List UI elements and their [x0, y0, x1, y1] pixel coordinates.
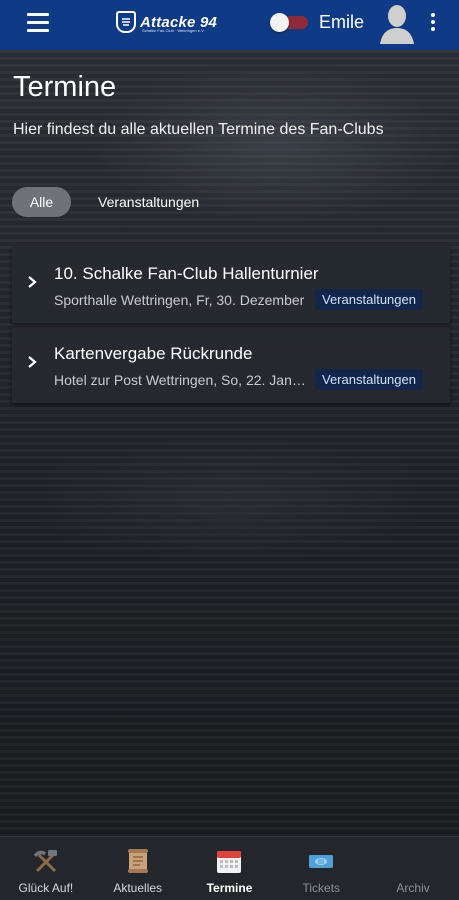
hammer-pick-icon: [33, 850, 57, 873]
app-bar: Attacke 94 Schalke Fan-Club · Wettringen…: [0, 0, 459, 50]
event-card[interactable]: Kartenvergabe Rückrunde Hotel zur Post W…: [12, 327, 450, 403]
nav-label: Aktuelles: [113, 881, 163, 895]
user-avatar-icon: [380, 5, 414, 44]
event-meta: Sporthalle Wettringen, Fr, 30. Dezember: [54, 292, 305, 308]
nav-label: Termine: [206, 881, 253, 895]
club-crest-icon: [116, 11, 136, 33]
avatar[interactable]: [379, 2, 415, 44]
chevron-right-icon: [28, 276, 37, 288]
nav-item-termine[interactable]: Termine: [184, 837, 276, 900]
hamburger-menu-icon[interactable]: [27, 13, 49, 33]
event-meta: Hotel zur Post Wettringen, So, 22. Janua…: [54, 372, 310, 388]
event-category-badge: Veranstaltungen: [315, 369, 423, 390]
chevron-right-icon: [28, 356, 37, 368]
nav-item-tickets[interactable]: Tickets: [275, 837, 367, 900]
nav-label: Glück Auf!: [18, 881, 74, 895]
nav-label: Tickets: [302, 881, 341, 895]
nav-item-archiv[interactable]: Archiv: [367, 837, 459, 900]
filter-chip-alle[interactable]: Alle: [12, 187, 71, 217]
background-stadium-image: [0, 50, 459, 836]
filter-chip-veranstaltungen[interactable]: Veranstaltungen: [90, 187, 207, 217]
theme-toggle[interactable]: [270, 13, 308, 32]
bottom-navigation: Glück Auf! Aktuelles Termine Tickets Arc…: [0, 836, 459, 900]
nav-item-aktuelles[interactable]: Aktuelles: [92, 837, 184, 900]
event-category-badge: Veranstaltungen: [315, 289, 423, 310]
calendar-icon: [217, 851, 242, 873]
event-title: 10. Schalke Fan-Club Hallenturnier: [54, 264, 319, 283]
nav-item-glueck-auf[interactable]: Glück Auf!: [0, 837, 92, 900]
logo-subtext: Schalke Fan-Club · Wettringen e.V.: [142, 28, 205, 33]
club-logo: Attacke 94 Schalke Fan-Club · Wettringen…: [116, 9, 217, 35]
event-title: Kartenvergabe Rückrunde: [54, 344, 253, 363]
nav-label: Archiv: [396, 881, 430, 895]
ticket-icon: [309, 855, 334, 868]
scroll-icon: [127, 849, 148, 873]
more-options-icon[interactable]: [430, 13, 436, 33]
page-subtitle: Hier findest du alle aktuellen Termine d…: [13, 121, 384, 138]
user-name: Emile: [319, 12, 365, 32]
event-card[interactable]: 10. Schalke Fan-Club Hallenturnier Sport…: [12, 247, 450, 323]
page-title: Termine: [13, 71, 117, 103]
